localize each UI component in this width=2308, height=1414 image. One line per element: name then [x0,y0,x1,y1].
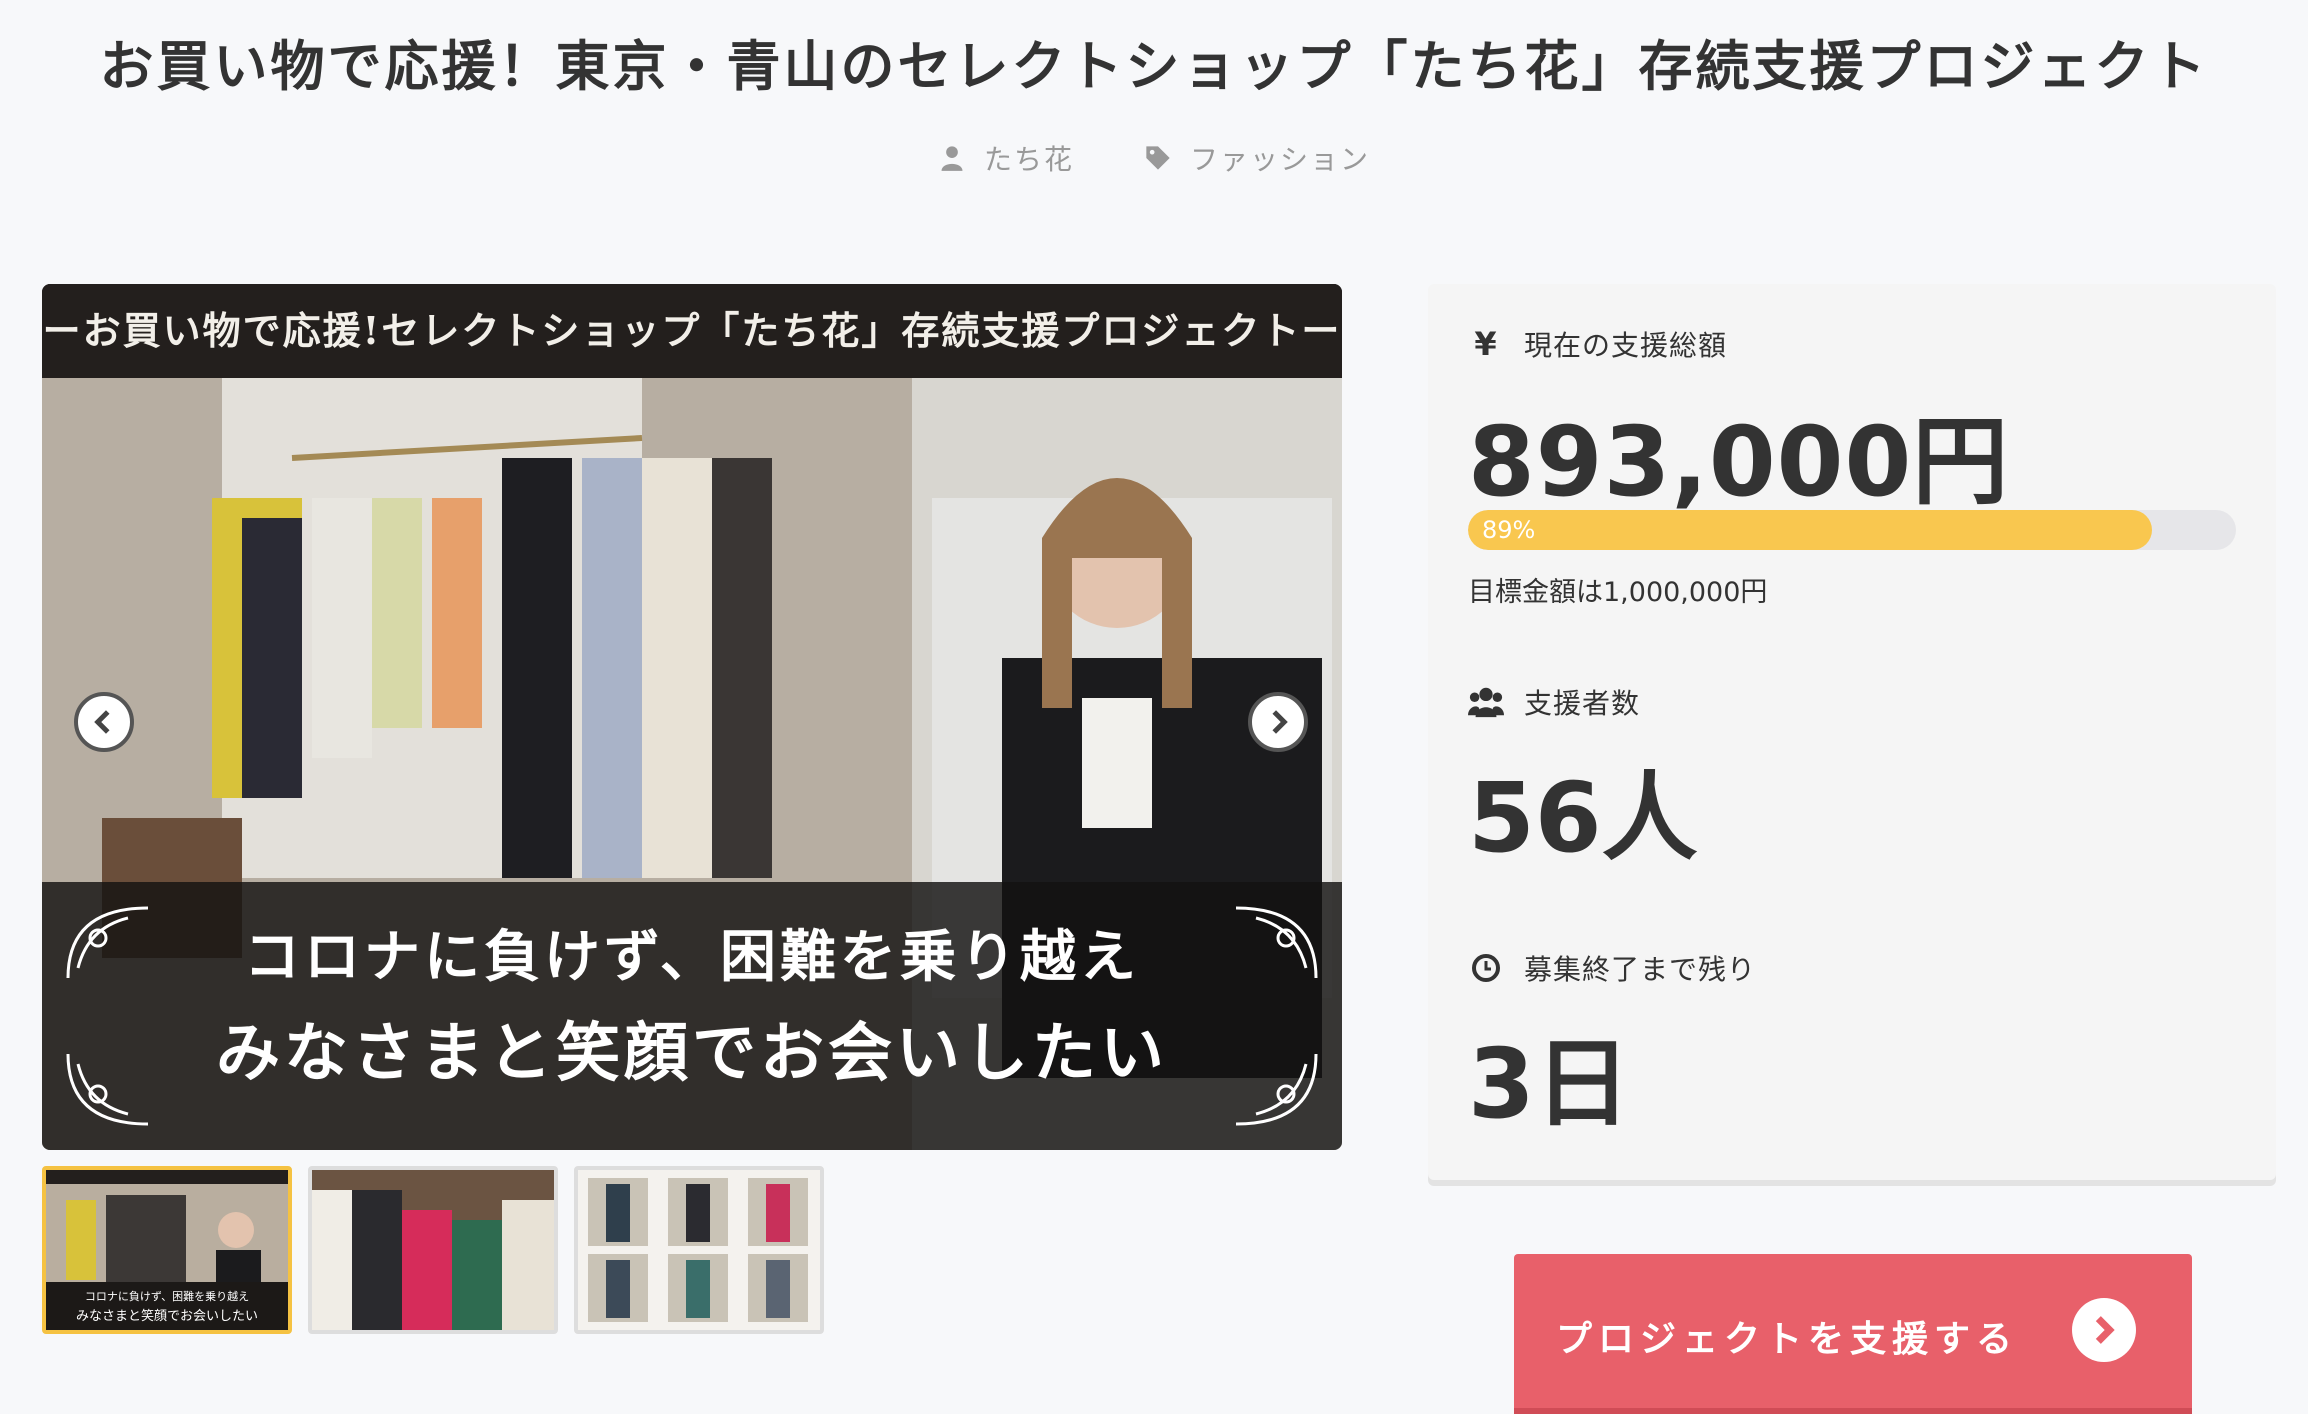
hero-caption: コロナに負けず、困難を乗り越え みなさまと笑顔でお会いしたい [42,882,1342,1150]
goal-amount: 目標金額は1,000,000円 [1468,577,1768,608]
banner-top: ーお買い物で応援!セレクトショップ「たち花」存続支援プロジェクトー [42,284,1342,378]
support-project-button[interactable]: プロジェクトを支援する [1514,1254,2192,1414]
chevron-left-icon [94,710,110,734]
thumb-caption-1: コロナに負けず、困難を乗り越え [85,1289,249,1303]
next-slide-button[interactable] [1248,692,1308,752]
thumbnail-strip: コロナに負けず、困難を乗り越え みなさまと笑顔でお会いしたい [42,1166,824,1334]
thumbnail-image [578,1170,820,1330]
supporters-label: 支援者数 [1468,682,1640,722]
clock-icon [1468,953,1504,983]
flourish-ornament [66,906,149,979]
chevron-right-icon [1272,710,1288,734]
remaining-label: 募集終了まで残り [1468,948,1756,988]
category-name: ファッション [1190,143,1371,176]
page-title: お買い物で応援！東京・青山のセレクトショップ「たち花」存続支援プロジェクト [99,35,2209,98]
remaining-label-text: 募集終了まで残り [1524,953,1757,986]
thumbnail-2[interactable] [308,1166,558,1334]
remaining-value: 3日 [1468,1028,1631,1140]
category-link[interactable]: ファッション [1144,138,1370,178]
thumbnail-image: コロナに負けず、困難を乗り越え みなさまと笑顔でお会いしたい [46,1170,288,1330]
progress-fill: 89% [1468,510,2152,550]
supporters-label-text: 支援者数 [1524,687,1641,720]
amount-label-text: 現在の支援総額 [1524,329,1728,362]
chevron-right-circle-icon [2072,1298,2136,1362]
supporters-value: 56人 [1468,762,1698,874]
thumbnail-1[interactable]: コロナに負けず、困難を乗り越え みなさまと笑顔でお会いしたい [42,1166,292,1334]
project-stats-panel: ¥ 現在の支援総額 893,000円 89% 目標金額は1,000,000円 支… [1428,284,2276,1180]
main-image: ーお買い物で応援!セレクトショップ「たち花」存続支援プロジェクトー コロナに負け… [42,284,1342,1150]
project-meta: たち花 ファッション [0,138,2308,178]
tag-icon [1146,146,1170,170]
owner-link[interactable]: たち花 [938,138,1074,178]
previous-slide-button[interactable] [74,692,134,752]
flourish-ornament [66,1053,149,1126]
thumb-caption-2: みなさまと笑顔でお会いしたい [76,1308,258,1324]
thumbnail-3[interactable] [574,1166,824,1334]
progress-percent: 89% [1482,516,1536,544]
amount-label: ¥ 現在の支援総額 [1468,324,1727,364]
owner-name: たち花 [983,143,1074,176]
flourish-ornament [1235,906,1318,979]
caption-line-1: コロナに負けず、困難を乗り越え [243,924,1141,990]
users-icon [1468,686,1504,718]
thumbnail-image [312,1170,554,1330]
yen-icon: ¥ [1474,325,1498,363]
amount-value: 893,000円 [1468,406,2010,518]
user-icon [941,146,963,171]
funding-progress-bar: 89% [1468,510,2236,550]
flourish-ornament [1235,1053,1318,1126]
support-button-label: プロジェクトを支援する [1556,1319,2019,1360]
caption-line-2: みなさまと笑顔でお会いしたい [216,1016,1168,1091]
